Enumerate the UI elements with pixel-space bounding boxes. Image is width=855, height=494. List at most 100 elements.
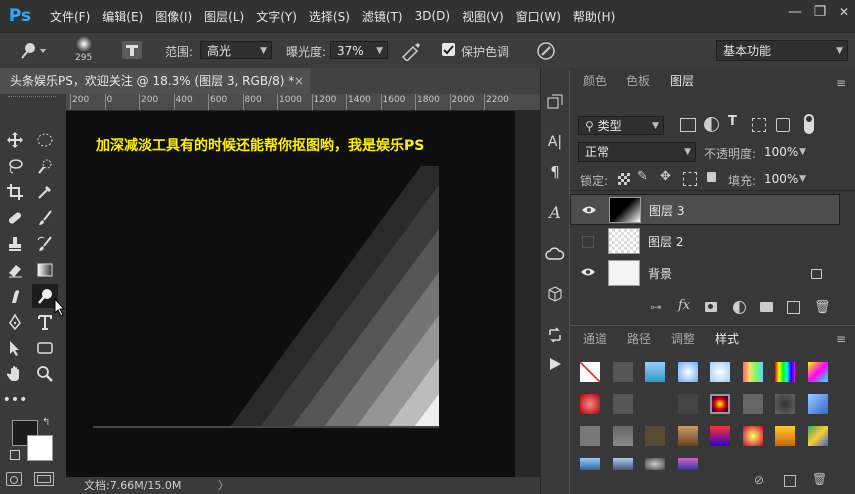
paragraph-panel-icon[interactable]: ¶ <box>541 160 569 184</box>
healing-brush-tool[interactable] <box>2 206 28 230</box>
history-panel-icon[interactable] <box>541 90 569 114</box>
clear-style-icon[interactable]: ⊘ <box>754 473 764 487</box>
filter-smart-object-icon[interactable] <box>776 118 790 132</box>
protect-tones-checkbox[interactable] <box>442 43 455 56</box>
default-colors-icon[interactable] <box>10 450 20 460</box>
style-swatch[interactable] <box>612 458 633 470</box>
new-style-icon[interactable] <box>784 475 796 487</box>
layer-row-layer2[interactable]: 图层 2 <box>570 226 840 257</box>
tab-swatches[interactable]: 色板 <box>626 68 650 94</box>
menu-select[interactable]: 选择(S) <box>303 8 356 25</box>
tab-adjustments[interactable]: 调整 <box>671 326 695 352</box>
eye-icon[interactable] <box>580 266 596 280</box>
pressure-size-button[interactable] <box>535 40 557 62</box>
style-swatch[interactable] <box>710 362 730 382</box>
style-swatch[interactable] <box>645 458 665 470</box>
workspace-select[interactable]: 基本功能 ▼ <box>716 40 848 61</box>
tab-layers[interactable]: 图层 <box>670 68 694 94</box>
edit-toolbar-button[interactable]: ••• <box>2 388 28 412</box>
style-swatch[interactable] <box>710 426 730 446</box>
style-swatch[interactable] <box>775 362 795 382</box>
menu-edit[interactable]: 编辑(E) <box>96 8 149 25</box>
lock-artboard-icon[interactable] <box>683 172 697 186</box>
filter-adjustment-icon[interactable] <box>704 117 719 132</box>
path-selection-tool[interactable] <box>2 336 28 360</box>
move-tool[interactable] <box>2 128 28 152</box>
new-adjustment-icon[interactable] <box>733 301 746 314</box>
style-swatch[interactable] <box>807 394 828 414</box>
tab-paths[interactable]: 路径 <box>627 326 651 352</box>
style-swatch[interactable] <box>775 426 795 446</box>
style-swatch[interactable] <box>775 394 795 414</box>
style-swatch[interactable] <box>742 426 763 446</box>
style-swatch[interactable] <box>645 362 665 382</box>
style-swatch[interactable] <box>742 362 763 382</box>
lock-paint-icon[interactable]: ✎ <box>637 169 648 184</box>
brush-size-picker[interactable]: 295 <box>70 35 98 67</box>
layer-name[interactable]: 背景 <box>648 265 672 282</box>
style-swatch[interactable] <box>710 394 730 414</box>
exposure-input[interactable]: 37% ▼ <box>330 41 388 59</box>
menu-window[interactable]: 窗口(W) <box>510 8 567 25</box>
style-swatch[interactable] <box>807 426 828 446</box>
trash-icon[interactable]: 🗑 <box>814 300 831 315</box>
menu-file[interactable]: 文件(F) <box>44 8 96 25</box>
pen-tool[interactable] <box>2 310 28 334</box>
menu-type[interactable]: 文字(Y) <box>250 8 303 25</box>
style-swatch[interactable] <box>580 394 600 414</box>
opacity-input[interactable]: 100% ▼ <box>758 143 810 162</box>
filter-type-icon[interactable]: T <box>728 114 737 129</box>
swap-colors-icon[interactable]: ↰ <box>42 417 50 428</box>
range-select[interactable]: 高光 ▼ <box>200 41 272 59</box>
lock-position-icon[interactable]: ✥ <box>660 169 671 184</box>
eye-icon[interactable] <box>581 203 597 217</box>
new-layer-icon[interactable] <box>787 301 800 314</box>
status-menu-arrow[interactable]: 〉 <box>218 477 229 494</box>
style-swatch[interactable] <box>612 394 633 414</box>
adjustments-panel-icon[interactable] <box>541 323 569 347</box>
lock-all-icon[interactable] <box>707 172 716 182</box>
3d-panel-icon[interactable] <box>541 282 569 306</box>
history-brush-tool[interactable] <box>32 232 58 256</box>
style-swatch[interactable] <box>580 458 600 470</box>
actions-panel-icon[interactable] <box>541 352 569 376</box>
layer-row-layer3[interactable]: 图层 3 <box>570 194 840 225</box>
crop-tool[interactable] <box>2 180 28 204</box>
panel-menu-icon[interactable]: ≡ <box>836 76 846 90</box>
menu-image[interactable]: 图像(I) <box>149 8 198 25</box>
eraser-tool[interactable] <box>2 258 28 282</box>
menu-view[interactable]: 视图(V) <box>456 8 510 25</box>
visibility-toggle-empty[interactable] <box>582 236 594 248</box>
menu-layer[interactable]: 图层(L) <box>198 8 250 25</box>
style-swatch[interactable] <box>742 394 763 414</box>
tab-channels[interactable]: 通道 <box>583 326 607 352</box>
style-swatch[interactable] <box>807 362 828 382</box>
style-swatch[interactable] <box>612 426 633 446</box>
filter-shape-icon[interactable] <box>752 118 766 132</box>
background-color-swatch[interactable] <box>27 435 53 461</box>
toolbar-grip[interactable] <box>8 96 56 100</box>
tab-styles[interactable]: 样式 <box>715 326 739 352</box>
style-swatch[interactable] <box>677 458 698 470</box>
style-swatch[interactable] <box>612 362 633 382</box>
brush-tool[interactable] <box>32 206 58 230</box>
layer-name[interactable]: 图层 2 <box>648 233 683 250</box>
blur-tool[interactable] <box>2 284 28 308</box>
panel-menu-icon[interactable]: ≡ <box>836 332 846 346</box>
glyphs-panel-icon[interactable]: A <box>541 200 569 224</box>
clone-stamp-tool[interactable] <box>2 232 28 256</box>
eyedropper-tool[interactable] <box>32 180 58 204</box>
rectangle-tool[interactable] <box>32 336 58 360</box>
tab-color[interactable]: 颜色 <box>583 68 607 94</box>
horizontal-ruler[interactable]: 200 0 200 400 600 800 1000 1200 1400 1600 1800 2000… <box>66 94 540 111</box>
style-swatch[interactable] <box>677 426 698 446</box>
fx-icon[interactable]: fx <box>678 298 690 313</box>
close-window-button[interactable]: ✕ <box>829 0 855 24</box>
style-swatch[interactable] <box>645 426 665 446</box>
filter-pixel-icon[interactable] <box>680 118 696 132</box>
menu-filter[interactable]: 滤镜(T) <box>356 8 409 25</box>
quick-mask-button[interactable] <box>6 472 22 486</box>
libraries-panel-icon[interactable] <box>541 242 569 266</box>
lasso-tool[interactable] <box>2 154 28 178</box>
layer-name[interactable]: 图层 3 <box>649 202 684 220</box>
